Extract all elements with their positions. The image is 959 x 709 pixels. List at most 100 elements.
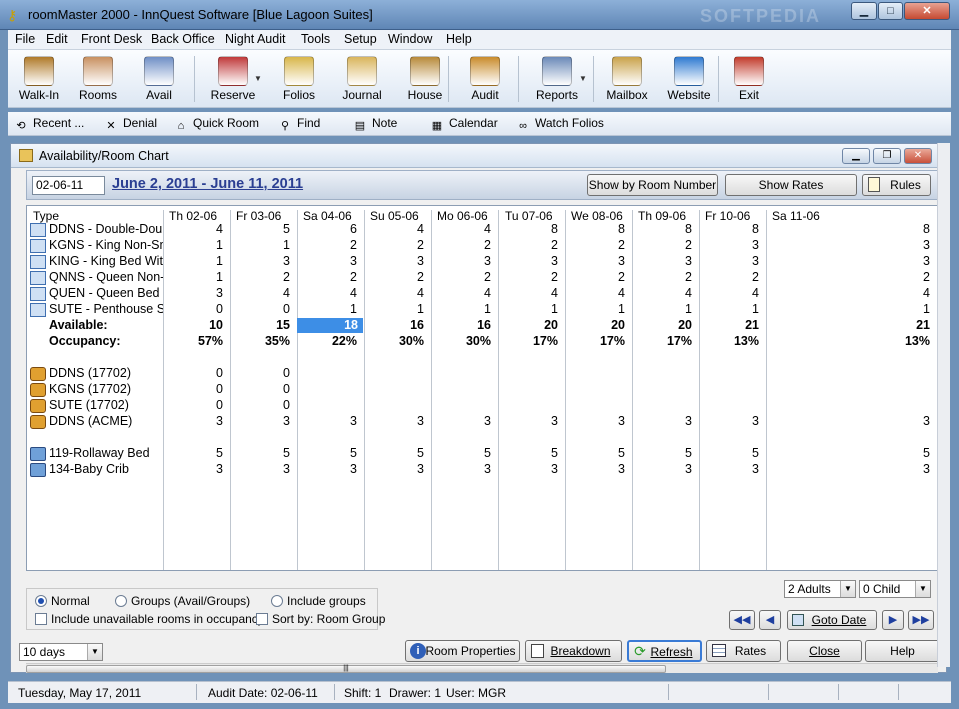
include-unavailable-checkbox[interactable]: Include unavailable rooms in occupancy [35, 612, 264, 626]
grid-cell[interactable]: 1 [700, 302, 761, 317]
reports-dropdown-arrow[interactable]: ▼ [579, 74, 587, 83]
close-button[interactable]: Close [787, 640, 862, 662]
first-page-button[interactable]: ◀◀ [729, 610, 755, 630]
grid-cell[interactable]: 13% [700, 334, 761, 349]
grid-cell[interactable]: 2 [499, 238, 560, 253]
grid-cell[interactable]: 5 [499, 446, 560, 461]
prev-page-button[interactable]: ◀ [759, 610, 781, 630]
grid-cell[interactable]: 0 [231, 366, 292, 381]
goto-date-button[interactable]: Goto Date [787, 610, 877, 630]
website-toolbar-button[interactable]: Website [658, 52, 720, 106]
grid-cell[interactable]: 8 [700, 222, 761, 237]
refresh-button[interactable]: ⟳ Refresh [627, 640, 702, 662]
grid-cell[interactable]: 1 [566, 302, 627, 317]
grid-cell[interactable]: 4 [767, 286, 932, 301]
recent-button[interactable]: ⟲ Recent ... [14, 116, 84, 133]
grid-cell[interactable]: 5 [298, 446, 359, 461]
menu-window[interactable]: Window [388, 32, 432, 46]
grid-cell[interactable]: 3 [365, 414, 426, 429]
child-select[interactable]: 0 Child ▼ [859, 580, 931, 598]
grid-cell[interactable]: 0 [164, 398, 225, 413]
last-page-button[interactable]: ▶▶ [908, 610, 934, 630]
grid-cell[interactable]: 18 [297, 318, 363, 333]
grid-row[interactable]: KGNS (17702) 0 0 [27, 382, 937, 398]
exit-toolbar-button[interactable]: Exit [724, 52, 774, 106]
grid-cell[interactable]: 6 [298, 222, 359, 237]
grid-cell[interactable]: 4 [633, 286, 694, 301]
grid-cell[interactable]: 30% [365, 334, 426, 349]
horizontal-scrollbar[interactable]: ||| [26, 663, 938, 673]
breakdown-button[interactable]: Breakdown [525, 640, 622, 662]
grid-cell[interactable]: 5 [164, 446, 225, 461]
grid-cell[interactable]: 5 [566, 446, 627, 461]
adults-select[interactable]: 2 Adults ▼ [784, 580, 856, 598]
scroll-thumb[interactable]: ||| [26, 665, 666, 673]
grid-cell[interactable]: 4 [164, 222, 225, 237]
grid-cell[interactable]: 17% [566, 334, 627, 349]
grid-cell[interactable]: 4 [365, 286, 426, 301]
grid-cell[interactable]: 2 [566, 270, 627, 285]
grid-cell[interactable]: 8 [633, 222, 694, 237]
grid-cell[interactable]: 3 [633, 462, 694, 477]
grid-row[interactable]: SUTE - Penthouse Suite0011111111 [27, 302, 937, 318]
menu-tools[interactable]: Tools [301, 32, 330, 46]
next-page-button[interactable]: ▶ [882, 610, 904, 630]
grid-cell[interactable]: 17% [499, 334, 560, 349]
grid-cell[interactable]: 13% [767, 334, 932, 349]
grid-cell[interactable]: 0 [231, 302, 292, 317]
grid-cell[interactable]: 3 [767, 462, 932, 477]
grid-cell[interactable]: 4 [432, 222, 493, 237]
house-toolbar-button[interactable]: House [395, 52, 455, 106]
journal-toolbar-button[interactable]: Journal [335, 52, 389, 106]
normal-radio[interactable]: Normal [35, 594, 90, 608]
grid-row[interactable]: SUTE (17702) 0 0 [27, 398, 937, 414]
grid-cell[interactable]: 20 [633, 318, 694, 333]
grid-cell[interactable]: 1 [633, 302, 694, 317]
grid-cell[interactable]: 4 [298, 286, 359, 301]
audit-toolbar-button[interactable]: Audit [457, 52, 513, 106]
grid-cell[interactable]: 2 [700, 270, 761, 285]
grid-cell[interactable]: 0 [164, 382, 225, 397]
grid-cell[interactable]: 3 [365, 254, 426, 269]
grid-cell[interactable]: 3 [633, 254, 694, 269]
grid-cell[interactable]: 3 [566, 414, 627, 429]
denial-button[interactable]: ✕ Denial [104, 116, 157, 133]
grid-cell[interactable]: 4 [432, 286, 493, 301]
grid-cell[interactable]: 10 [164, 318, 225, 333]
grid-cell[interactable]: 1 [164, 238, 225, 253]
folios-toolbar-button[interactable]: Folios [276, 52, 322, 106]
close-window-button[interactable]: ✕ [904, 2, 950, 20]
grid-cell[interactable]: 3 [298, 414, 359, 429]
groups-radio[interactable]: Groups (Avail/Groups) [115, 594, 250, 608]
grid-cell[interactable]: 0 [231, 382, 292, 397]
grid-cell[interactable]: 1 [432, 302, 493, 317]
grid-cell[interactable]: 3 [499, 414, 560, 429]
grid-cell[interactable]: 1 [164, 254, 225, 269]
menu-front-desk[interactable]: Front Desk [81, 32, 142, 46]
include-groups-radio[interactable]: Include groups [271, 594, 366, 608]
grid-cell[interactable]: 3 [767, 414, 932, 429]
show-rates-button[interactable]: Show Rates [725, 174, 857, 196]
grid-cell[interactable]: 3 [499, 254, 560, 269]
grid-cell[interactable]: 16 [365, 318, 426, 333]
grid-cell[interactable]: 3 [432, 462, 493, 477]
grid-cell[interactable]: 3 [231, 254, 292, 269]
help-button[interactable]: Help [865, 640, 940, 662]
menu-night-audit[interactable]: Night Audit [225, 32, 285, 46]
minimize-button[interactable]: ▁ [851, 2, 877, 20]
grid-cell[interactable]: 5 [231, 446, 292, 461]
grid-cell[interactable]: 2 [365, 270, 426, 285]
grid-cell[interactable]: 2 [432, 270, 493, 285]
grid-cell[interactable]: 3 [231, 462, 292, 477]
grid-cell[interactable]: 2 [633, 270, 694, 285]
grid-cell[interactable]: 0 [164, 366, 225, 381]
maximize-button[interactable]: □ [878, 2, 903, 20]
grid-cell[interactable]: 30% [432, 334, 493, 349]
grid-cell[interactable]: 1 [231, 238, 292, 253]
grid-cell[interactable]: 16 [432, 318, 493, 333]
grid-cell[interactable]: 3 [231, 414, 292, 429]
child-restore-button[interactable]: ❐ [873, 148, 901, 164]
grid-cell[interactable]: 3 [164, 462, 225, 477]
grid-cell[interactable]: 3 [700, 238, 761, 253]
menu-setup[interactable]: Setup [344, 32, 377, 46]
